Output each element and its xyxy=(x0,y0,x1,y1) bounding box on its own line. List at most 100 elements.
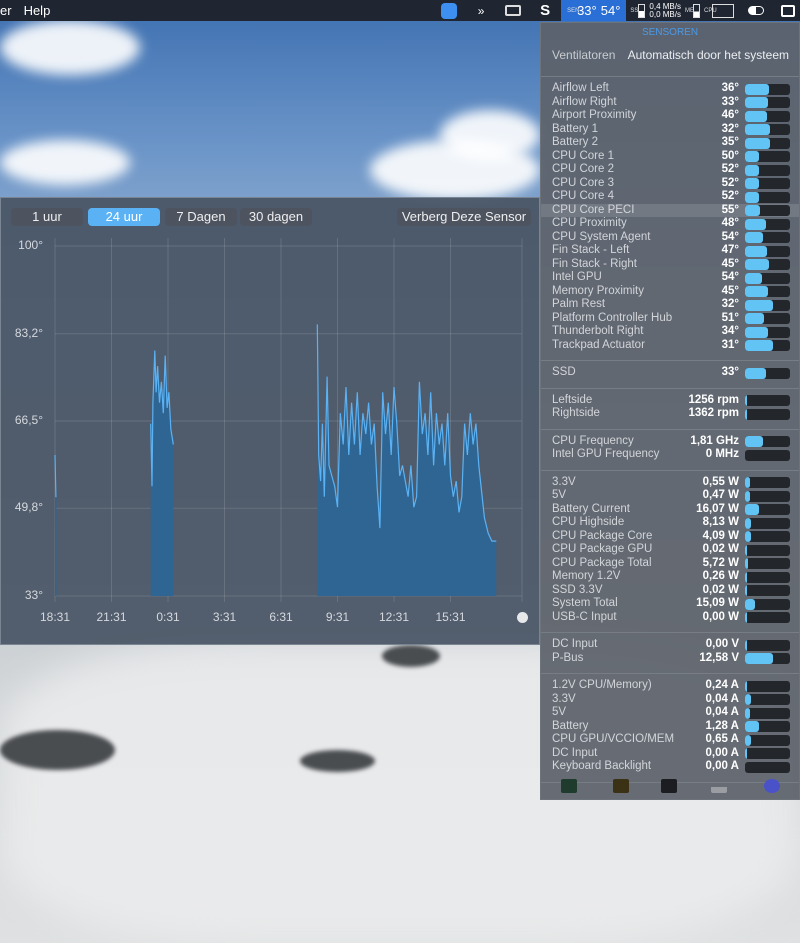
menu-app[interactable]: er xyxy=(0,3,12,18)
sensor-row[interactable]: DC Input 0,00 V xyxy=(541,638,799,652)
sensor-row[interactable]: System Total 15,09 W xyxy=(541,597,799,611)
separator xyxy=(541,469,799,471)
sensor-row[interactable]: Intel GPU 54° xyxy=(541,271,799,285)
s-app-icon[interactable]: S xyxy=(533,2,557,19)
mem-meter[interactable] xyxy=(693,3,700,18)
sensor-row[interactable]: P-Bus 12,58 V xyxy=(541,652,799,666)
sensor-row[interactable]: CPU System Agent 54° xyxy=(541,231,799,245)
sensor-name: 1.2V CPU/Memory) xyxy=(552,679,652,691)
sensor-row[interactable]: CPU Proximity 48° xyxy=(541,217,799,231)
sensor-name: CPU Package Total xyxy=(552,556,652,569)
sensor-level-bar xyxy=(745,164,790,176)
network-meter[interactable]: 0,4 MB/s 0,0 MB/s xyxy=(649,2,681,19)
eject-icon[interactable] xyxy=(711,779,727,793)
sensor-value: 0,02 W xyxy=(702,543,739,555)
sensor-row[interactable]: 3.3V 0,04 A xyxy=(541,693,799,707)
fan-mode-row[interactable]: Ventilatoren Automatisch door het systeem xyxy=(552,48,789,62)
sensor-row[interactable]: Leftside 1256 rpm xyxy=(541,394,799,408)
sensor-row[interactable]: SSD 3.3V 0,02 W xyxy=(541,584,799,598)
cpu-graph[interactable] xyxy=(712,3,734,18)
sensor-row[interactable]: Memory 1.2V 0,26 W xyxy=(541,570,799,584)
sensor-row[interactable]: 3.3V 0,55 W xyxy=(541,476,799,490)
sensor-level-bar xyxy=(745,272,790,284)
sensor-row[interactable]: Battery Current 16,07 W xyxy=(541,503,799,517)
ssd-meter[interactable] xyxy=(638,3,646,18)
fans-label: Ventilatoren xyxy=(552,48,616,62)
line-segment xyxy=(54,454,57,498)
istat-icon[interactable] xyxy=(764,779,780,793)
sensor-row[interactable]: CPU Package GPU 0,02 W xyxy=(541,543,799,557)
sensor-name: CPU Package Core xyxy=(552,529,653,542)
sensor-level-bar xyxy=(745,232,790,243)
sensor-name: CPU Core PECI xyxy=(552,203,635,216)
sensor-value: 36° xyxy=(721,82,739,94)
sensor-row[interactable]: Trackpad Actuator 31° xyxy=(541,339,799,353)
sensor-menu-item[interactable]: SEN 33° 54° xyxy=(561,0,627,21)
display-icon[interactable] xyxy=(501,3,525,19)
sensor-name: USB-C Input xyxy=(552,610,617,623)
sensor-row[interactable]: CPU Highside 8,13 W xyxy=(541,516,799,530)
console-log-icon[interactable] xyxy=(613,779,629,793)
sensor-row[interactable]: Airflow Left 36° xyxy=(541,82,799,96)
panel-title: SENSOREN xyxy=(641,27,699,38)
sensor-row[interactable]: Thunderbolt Right 34° xyxy=(541,325,799,339)
ssd-label: SSD xyxy=(630,7,643,14)
sensor-row[interactable]: Airport Proximity 46° xyxy=(541,109,799,123)
sensor-row[interactable]: CPU Core 3 52° xyxy=(541,177,799,191)
y-tick-label: 49,8° xyxy=(14,500,43,515)
sensor-row[interactable]: Keyboard Backlight 0,00 A xyxy=(541,760,799,774)
sensor-row[interactable]: CPU Package Core 4,09 W xyxy=(541,530,799,544)
cpu-label: CPU xyxy=(704,7,717,14)
sensor-row[interactable]: CPU GPU/VCCIO/MEM 0,65 A xyxy=(541,733,799,747)
sensor-row[interactable]: Battery 2 35° xyxy=(541,136,799,150)
sensor-row[interactable]: Rightside 1362 rpm xyxy=(541,407,799,421)
sensor-row[interactable]: 1.2V CPU/Memory) 0,24 A xyxy=(541,679,799,693)
sensor-name: 3.3V xyxy=(552,475,576,488)
sensor-name: 3.3V xyxy=(552,692,576,705)
sensor-value: 52° xyxy=(721,163,739,175)
sensor-row[interactable]: Fin Stack - Right 45° xyxy=(541,258,799,272)
sensor-name: Memory Proximity xyxy=(552,284,645,297)
forward-icon[interactable]: » xyxy=(469,3,493,19)
airplay-icon[interactable] xyxy=(776,3,800,19)
toggle-icon[interactable] xyxy=(744,3,768,19)
menu-help[interactable]: Help xyxy=(24,3,51,18)
sensor-row[interactable]: Fin Stack - Left 47° xyxy=(541,244,799,258)
sensor-row[interactable]: DC Input 0,00 A xyxy=(541,747,799,761)
sensor-row[interactable]: CPU Core 2 52° xyxy=(541,163,799,177)
sensor-level-bar xyxy=(745,340,790,351)
sensor-row[interactable]: CPU Core PECI 55° xyxy=(541,203,799,217)
teamviewer-icon[interactable] xyxy=(437,2,461,19)
sensor-row[interactable]: USB-C Input 0,00 W xyxy=(541,611,799,625)
sensor-row[interactable]: Memory Proximity 45° xyxy=(541,285,799,299)
sensor-level-bar xyxy=(745,205,790,216)
sensor-row[interactable]: CPU Frequency 1,81 GHz xyxy=(541,435,799,449)
sensor-value: 46° xyxy=(721,109,739,121)
sensor-row[interactable]: Platform Controller Hub 51° xyxy=(541,312,799,326)
sensor-row[interactable]: 5V 0,04 A xyxy=(541,706,799,720)
sensor-row[interactable]: CPU Core 4 52° xyxy=(541,190,799,204)
sensor-row[interactable]: Intel GPU Frequency 0 MHz xyxy=(541,448,799,462)
net-down: 0,0 MB/s xyxy=(649,9,681,19)
sensor-name: System Total xyxy=(552,597,618,609)
clock-icon[interactable] xyxy=(517,612,528,623)
sensor-row[interactable]: Palm Rest 32° xyxy=(541,298,799,312)
sensor-level-bar xyxy=(745,585,790,596)
sensor-row[interactable]: SSD 33° xyxy=(541,366,799,380)
terminal-icon[interactable] xyxy=(661,779,677,793)
sensor-level-bar xyxy=(745,734,790,746)
sensor-row[interactable]: CPU Core 1 50° xyxy=(541,150,799,164)
sensor-row[interactable]: Battery 1,28 A xyxy=(541,720,799,734)
sensor-value: 0,55 W xyxy=(702,475,739,488)
sensor-level-bar xyxy=(745,259,790,270)
sensor-name: Intel GPU xyxy=(552,271,602,283)
sensor-level-bar xyxy=(745,612,790,623)
sensor-row[interactable]: Battery 1 32° xyxy=(541,123,799,137)
activity-monitor-icon[interactable] xyxy=(561,779,577,793)
sensor-row[interactable]: 5V 0,47 W xyxy=(541,489,799,503)
sensor-row[interactable]: Airflow Right 33° xyxy=(541,96,799,110)
sensor-level-bar xyxy=(745,680,790,692)
sensor-name: CPU System Agent xyxy=(552,230,651,243)
sensor-row[interactable]: CPU Package Total 5,72 W xyxy=(541,557,799,571)
sensor-level-bar xyxy=(745,97,790,108)
